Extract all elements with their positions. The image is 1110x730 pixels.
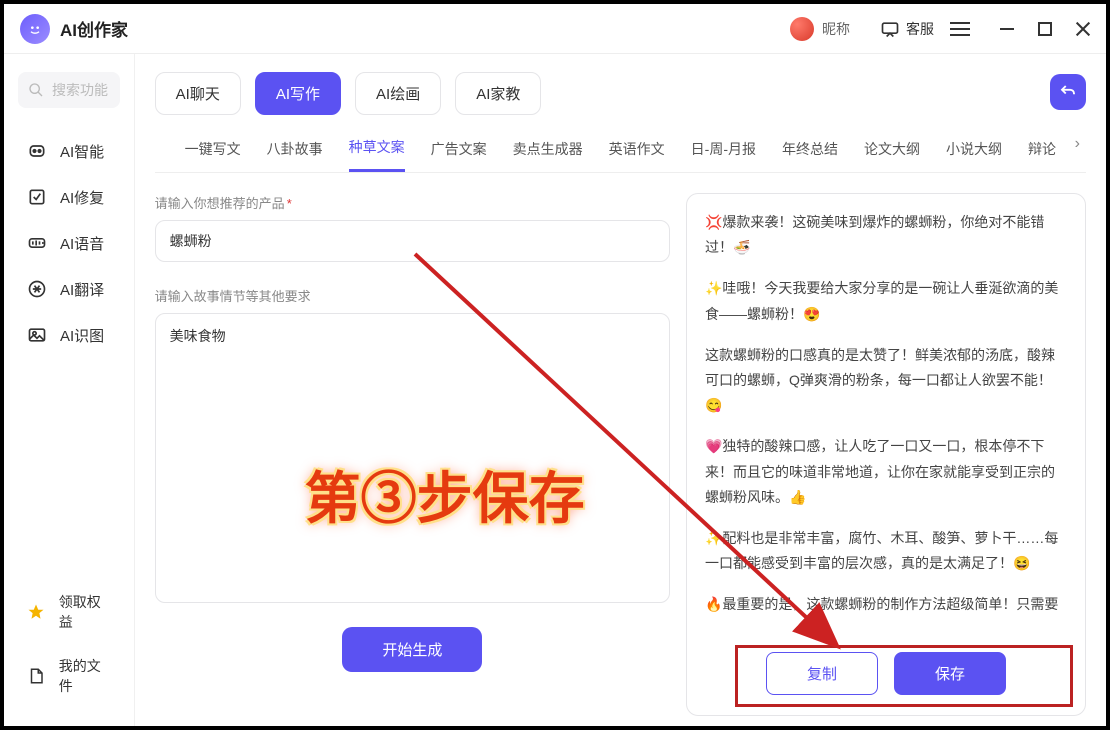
sidebar-item-myfiles[interactable]: 我的文件: [18, 644, 120, 708]
copy-button[interactable]: 复制: [766, 652, 878, 695]
output-paragraph: 🔥最重要的是，这款螺蛳粉的制作方法超级简单！只需要: [705, 592, 1067, 617]
sub-tab[interactable]: 论文大纲: [864, 139, 920, 171]
output-paragraph: ✨配料也是非常丰富，腐竹、木耳、酸笋、萝卜干……每一口都能感受到丰富的层次感，真…: [705, 526, 1067, 576]
output-paragraph: 💢爆款来袭！这碗美味到爆炸的螺蛳粉，你绝对不能错过！🍜: [705, 210, 1067, 260]
file-icon: [26, 665, 47, 687]
smart-icon: [26, 140, 48, 162]
hamburger-icon[interactable]: [950, 22, 970, 36]
sub-tab[interactable]: 日-周-月报: [691, 139, 756, 171]
sidebar-item-label: 领取权益: [59, 592, 112, 632]
sub-tab[interactable]: 小说大纲: [946, 139, 1002, 171]
product-input[interactable]: [155, 220, 670, 262]
reward-icon: [26, 601, 47, 623]
mode-tab-chat[interactable]: AI聊天: [155, 72, 241, 115]
generate-button[interactable]: 开始生成: [342, 627, 482, 672]
mode-tab-write[interactable]: AI写作: [255, 72, 341, 115]
app-title: AI创作家: [60, 16, 128, 41]
sidebar-item-rewards[interactable]: 领取权益: [18, 580, 120, 644]
sidebar-item-label: AI语音: [60, 233, 104, 254]
save-button[interactable]: 保存: [894, 652, 1006, 695]
sidebar: 搜索功能 AI智能 AI修复 AI语音 AI翻译 AI识图 领取权益: [4, 54, 135, 726]
repair-icon: [26, 186, 48, 208]
image-icon: [26, 324, 48, 346]
main-area: AI聊天 AI写作 AI绘画 AI家教 一键写文 八卦故事 种草文案 广告文案 …: [135, 54, 1106, 726]
sub-tabs: 一键写文 八卦故事 种草文案 广告文案 卖点生成器 英语作文 日-周-月报 年终…: [155, 131, 1086, 173]
product-label: 请输入你想推荐的产品*: [155, 193, 670, 212]
sub-tab[interactable]: 八卦故事: [267, 139, 323, 171]
search-icon: [28, 82, 44, 98]
output-paragraph: 这款螺蛳粉的口感真的是太赞了！鲜美浓郁的汤底，酸辣可口的螺蛳，Q弹爽滑的粉条，每…: [705, 343, 1067, 419]
translate-icon: [26, 278, 48, 300]
output-paragraph: ✨哇哦！今天我要给大家分享的是一碗让人垂涎欲滴的美食——螺蛳粉！😍: [705, 276, 1067, 326]
sub-tab[interactable]: 卖点生成器: [513, 139, 583, 171]
detail-label: 请输入故事情节等其他要求: [155, 286, 670, 305]
titlebar: AI创作家 昵称 客服: [4, 4, 1106, 54]
sidebar-item-ai-image[interactable]: AI识图: [18, 312, 120, 358]
output-paragraph: 💗独特的酸辣口感，让人吃了一口又一口，根本停不下来！而且它的味道非常地道，让你在…: [705, 434, 1067, 510]
mode-tab-tutor[interactable]: AI家教: [455, 72, 541, 115]
sidebar-item-ai-repair[interactable]: AI修复: [18, 174, 120, 220]
support-button[interactable]: 客服: [880, 19, 934, 39]
voice-icon: [26, 232, 48, 254]
sidebar-item-label: AI翻译: [60, 279, 104, 300]
user-badge[interactable]: 昵称: [790, 17, 850, 41]
sub-tab[interactable]: 广告文案: [431, 139, 487, 171]
undo-button[interactable]: [1050, 74, 1086, 110]
app-logo: [20, 14, 50, 44]
close-button[interactable]: [1076, 22, 1090, 36]
sidebar-item-label: AI识图: [60, 325, 104, 346]
sub-tab[interactable]: 一键写文: [185, 139, 241, 171]
form-column: 请输入你想推荐的产品* 请输入故事情节等其他要求 开始生成: [155, 193, 670, 716]
sub-tab-active[interactable]: 种草文案: [349, 137, 405, 172]
sub-tab[interactable]: 英语作文: [609, 139, 665, 171]
detail-textarea[interactable]: [155, 313, 670, 603]
avatar-icon: [790, 17, 814, 41]
maximize-button[interactable]: [1038, 22, 1052, 36]
sub-tab[interactable]: 辩论: [1028, 139, 1056, 171]
window-controls: [1000, 22, 1090, 36]
output-actions: 复制 保存: [705, 638, 1067, 701]
sidebar-item-label: 我的文件: [59, 656, 112, 696]
nickname-label: 昵称: [822, 19, 850, 39]
output-text: 💢爆款来袭！这碗美味到爆炸的螺蛳粉，你绝对不能错过！🍜 ✨哇哦！今天我要给大家分…: [705, 210, 1067, 630]
chat-icon: [880, 19, 900, 39]
chevron-right-icon[interactable]: ›: [1075, 135, 1080, 153]
mode-tabs: AI聊天 AI写作 AI绘画 AI家教: [155, 72, 1086, 115]
sub-tab[interactable]: 年终总结: [782, 139, 838, 171]
output-panel: 💢爆款来袭！这碗美味到爆炸的螺蛳粉，你绝对不能错过！🍜 ✨哇哦！今天我要给大家分…: [686, 193, 1086, 716]
sidebar-item-ai-voice[interactable]: AI语音: [18, 220, 120, 266]
minimize-button[interactable]: [1000, 22, 1014, 36]
sidebar-item-label: AI智能: [60, 141, 104, 162]
mode-tab-paint[interactable]: AI绘画: [355, 72, 441, 115]
search-placeholder: 搜索功能: [52, 80, 108, 100]
sidebar-item-ai-translate[interactable]: AI翻译: [18, 266, 120, 312]
search-input[interactable]: 搜索功能: [18, 72, 120, 108]
support-label: 客服: [906, 19, 934, 39]
undo-icon: [1059, 83, 1077, 101]
sidebar-item-label: AI修复: [60, 187, 104, 208]
sidebar-item-ai-smart[interactable]: AI智能: [18, 128, 120, 174]
